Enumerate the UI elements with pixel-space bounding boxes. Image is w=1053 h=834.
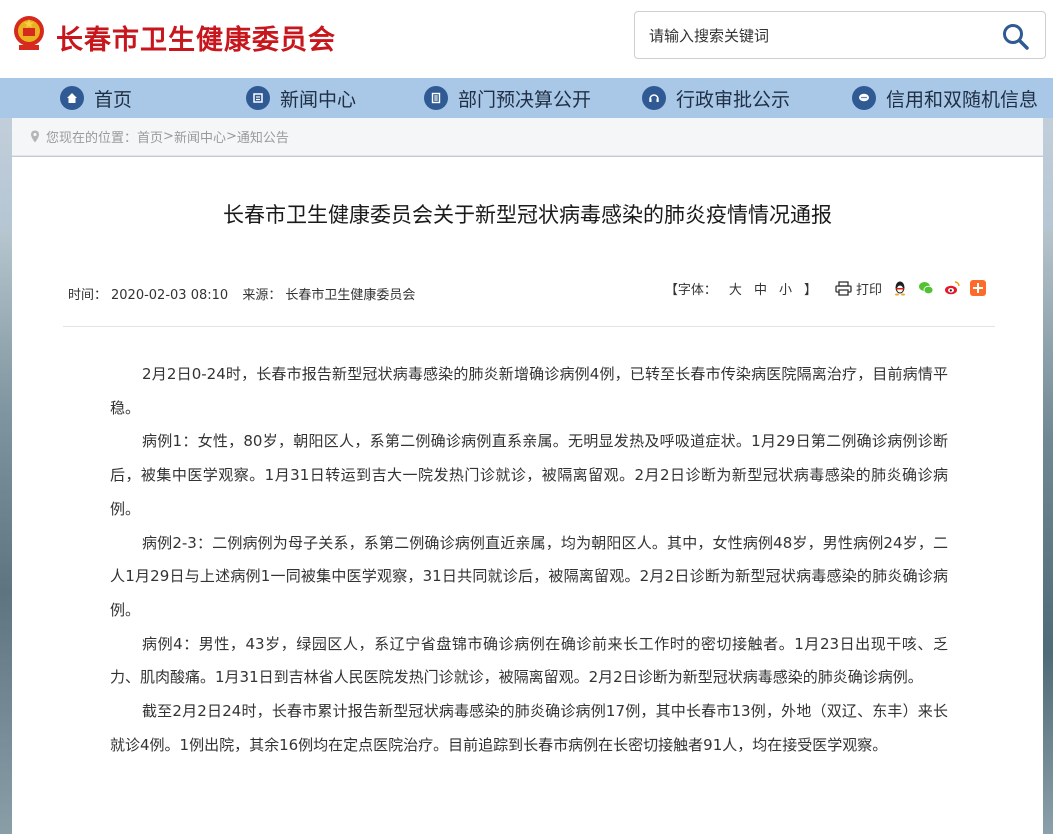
nav-item-news[interactable]: 新闻中心	[246, 78, 356, 118]
more-share-icon[interactable]	[970, 280, 986, 296]
news-icon	[246, 86, 270, 110]
font-size-label: 【字体：	[664, 282, 717, 298]
location-pin-icon	[31, 130, 39, 143]
article-body: 2月2日0-24时，长春市报告新型冠状病毒感染的肺炎新增确诊病例4例，已转至长春…	[110, 358, 948, 762]
article-tools: 【字体： 大 中 小 】 打印	[665, 278, 986, 298]
weibo-share-icon[interactable]	[944, 280, 960, 296]
search-input[interactable]	[649, 24, 969, 48]
approval-icon	[642, 86, 666, 110]
font-medium-button[interactable]: 中	[754, 279, 767, 298]
source-label: 来源：	[242, 288, 282, 303]
print-button[interactable]: 打印	[856, 279, 882, 298]
nav-label: 行政审批公示	[676, 88, 791, 111]
article-paragraph: 病例1：女性，80岁，朝阳区人，系第二例确诊病例直系亲属。无明显发热及呼吸道症状…	[110, 432, 948, 518]
nav-label: 部门预决算公开	[458, 88, 592, 111]
font-large-button[interactable]: 大	[729, 279, 742, 298]
search-box	[634, 11, 1046, 59]
article-title: 长春市卫生健康委员会关于新型冠状病毒感染的肺炎疫情情况通报	[223, 203, 832, 227]
article-paragraph: 病例4：男性，43岁，绿园区人，系辽宁省盘锦市确诊病例在确诊前来长工作时的密切接…	[110, 634, 948, 687]
nav-item-credit[interactable]: 信用和双随机信息	[852, 78, 1038, 118]
breadcrumb-separator: >	[225, 129, 237, 144]
credit-icon	[852, 86, 876, 110]
article-paragraph: 2月2日0-24时，长春市报告新型冠状病毒感染的肺炎新增确诊病例4例，已转至长春…	[110, 365, 948, 417]
source-value: 长春市卫生健康委员会	[285, 288, 416, 303]
site-header: 长春市卫生健康委员会	[0, 0, 1053, 78]
nav-label: 信用和双随机信息	[886, 88, 1039, 111]
main-nav: 首页 新闻中心 部门预决算公开 行政审批公示 信用和双随机信息	[0, 78, 1053, 118]
home-icon	[60, 86, 84, 110]
nav-item-budget[interactable]: 部门预决算公开	[424, 78, 591, 118]
breadcrumb-separator: >	[163, 129, 174, 144]
time-label: 时间：	[68, 288, 108, 303]
national-emblem-icon	[14, 16, 44, 50]
article-meta: 时间： 2020-02-03 08:10 来源： 长春市卫生健康委员会	[68, 284, 419, 303]
meta-divider	[63, 326, 995, 327]
qq-share-icon[interactable]	[892, 280, 908, 296]
breadcrumb-item-notice[interactable]: 通知公告	[237, 127, 289, 146]
nav-label: 新闻中心	[280, 88, 357, 111]
article-paragraph: 病例2-3：二例病例为母子关系，系第二例确诊病例直近亲属，均为朝阳区人。其中，女…	[110, 533, 948, 619]
budget-icon	[424, 86, 448, 110]
nav-label: 首页	[94, 88, 133, 111]
printer-icon[interactable]	[835, 280, 852, 296]
background-left-strip	[0, 230, 12, 834]
nav-item-approval[interactable]: 行政审批公示	[642, 78, 790, 118]
font-small-button[interactable]: 小	[779, 279, 792, 298]
breadcrumb-prefix: 您现在的位置：	[46, 131, 138, 146]
wechat-share-icon[interactable]	[918, 280, 934, 296]
nav-item-home[interactable]: 首页	[60, 78, 132, 118]
article-paragraph: 截至2月2日24时，长春市累计报告新型冠状病毒感染的肺炎确诊病例17例，其中长春…	[110, 702, 948, 754]
breadcrumb: 您现在的位置： 首页 > 新闻中心 > 通知公告	[12, 118, 1043, 156]
time-value: 2020-02-03 08:10	[111, 288, 229, 303]
site-title[interactable]: 长春市卫生健康委员会	[56, 18, 336, 57]
background-right-strip	[1043, 230, 1053, 834]
breadcrumb-item-news[interactable]: 新闻中心	[174, 127, 226, 146]
font-size-bracket: 】	[803, 282, 817, 298]
search-icon[interactable]	[1001, 22, 1031, 50]
breadcrumb-item-home[interactable]: 首页	[137, 127, 163, 146]
article-container: 长春市卫生健康委员会关于新型冠状病毒感染的肺炎疫情情况通报 时间： 2020-02…	[12, 157, 1043, 834]
